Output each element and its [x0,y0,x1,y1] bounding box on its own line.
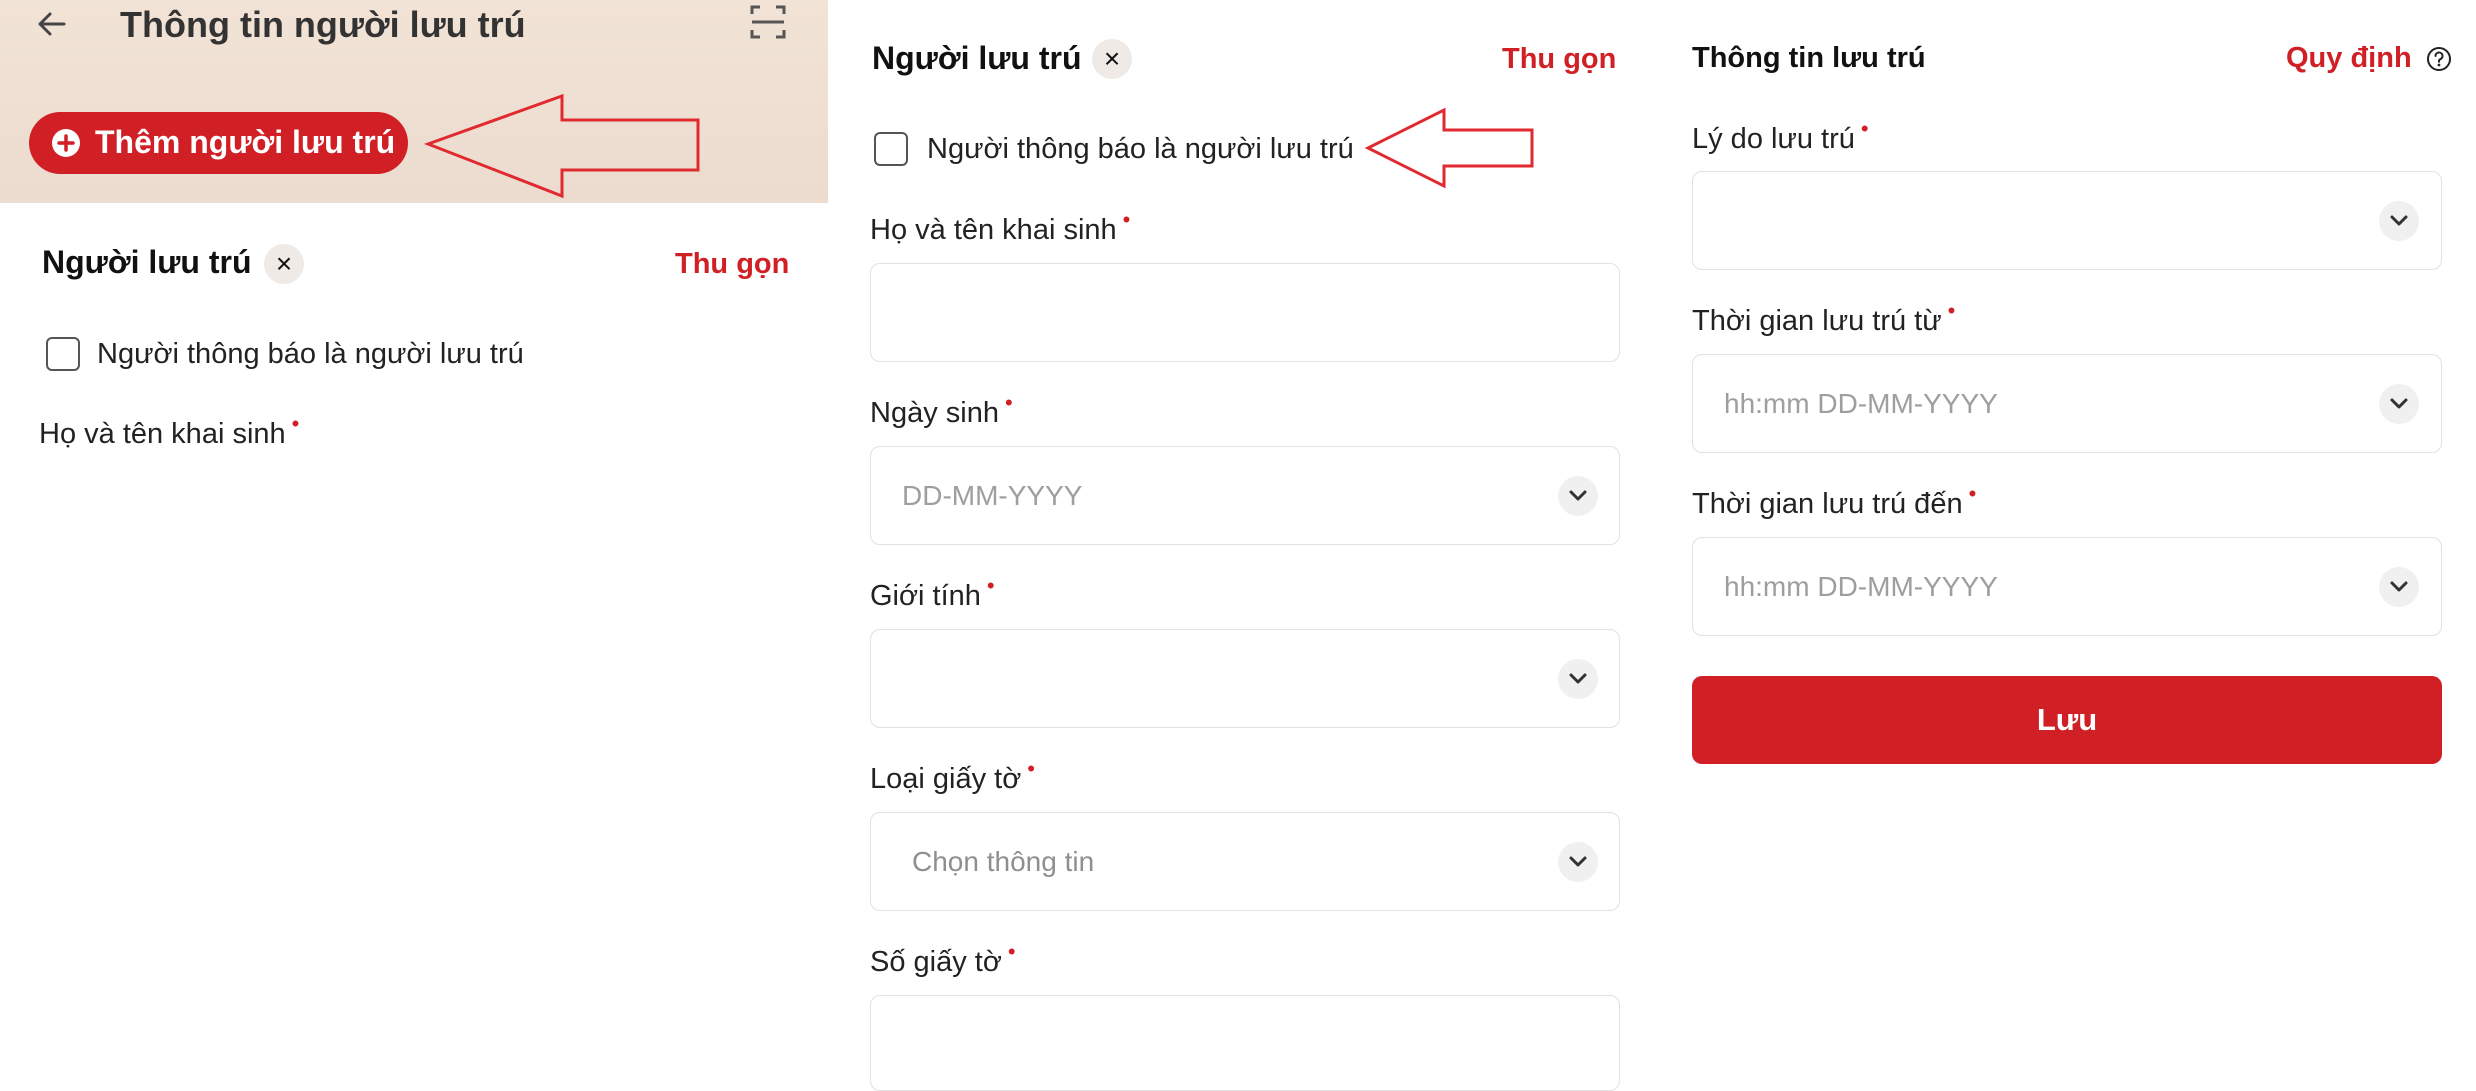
stay-from-label: Thời gian lưu trú từ • [1692,298,1955,338]
guest-section-title: Người lưu trú [872,40,1082,76]
stay-from-picker[interactable]: hh:mm DD-MM-YYYY [1692,354,2442,453]
annotation-arrow-icon [1364,106,1536,190]
birth-date-label: Ngày sinh • [870,390,1013,430]
required-mark: • [1860,116,1869,141]
required-mark: • [986,573,995,598]
chevron-down-icon [1558,659,1598,699]
doc-number-label-text: Số giấy tờ [870,946,1002,978]
doc-type-select[interactable]: Chọn thông tin [870,812,1620,911]
stay-to-picker[interactable]: hh:mm DD-MM-YYYY [1692,537,2442,636]
scan-icon[interactable] [748,2,788,42]
reporter-is-guest-label: Người thông báo là người lưu trú [927,133,1354,165]
full-name-label: Họ và tên khai sinh • [39,411,299,451]
required-mark: • [1004,390,1013,415]
required-mark: • [1947,298,1956,323]
chevron-down-icon [2379,384,2419,424]
reporter-is-guest-checkbox[interactable] [46,337,80,371]
rules-link[interactable]: Quy định [2286,42,2452,75]
back-arrow-icon[interactable] [34,6,70,42]
full-name-input[interactable] [870,263,1620,362]
birth-date-picker[interactable]: DD-MM-YYYY [870,446,1620,545]
collapse-link[interactable]: Thu gọn [675,248,789,281]
doc-type-label: Loại giấy tờ • [870,756,1035,796]
chevron-down-icon [1558,476,1598,516]
stay-to-placeholder: hh:mm DD-MM-YYYY [1724,571,1998,602]
annotation-arrow-icon [423,92,704,200]
add-guest-label: Thêm người lưu trú [95,124,396,160]
full-name-label: Họ và tên khai sinh • [870,207,1130,247]
stay-from-label-text: Thời gian lưu trú từ [1692,305,1942,337]
stay-reason-select[interactable] [1692,171,2442,270]
stay-to-label: Thời gian lưu trú đến • [1692,481,1976,521]
birth-date-placeholder: DD-MM-YYYY [902,480,1083,511]
full-name-label-text: Họ và tên khai sinh [870,214,1117,246]
plus-circle-icon [51,128,81,158]
page-title: Thông tin người lưu trú [120,4,526,45]
stay-reason-label: Lý do lưu trú • [1692,116,1869,156]
stay-info-title: Thông tin lưu trú [1692,42,1926,74]
required-mark: • [1122,207,1131,232]
full-name-label-text: Họ và tên khai sinh [39,418,286,450]
reporter-is-guest-label: Người thông báo là người lưu trú [97,338,524,370]
chevron-down-icon [2379,201,2419,241]
panel-overview: Thông tin người lưu trú Thêm người lưu t… [0,0,828,1091]
required-mark: • [1007,939,1016,964]
doc-number-input[interactable] [870,995,1620,1091]
required-mark: • [291,411,300,436]
stay-reason-label-text: Lý do lưu trú [1692,123,1855,155]
collapse-link[interactable]: Thu gọn [1502,43,1616,76]
doc-type-label-text: Loại giấy tờ [870,763,1022,795]
stay-to-label-text: Thời gian lưu trú đến [1692,488,1963,520]
help-circle-icon [2426,46,2452,72]
close-icon[interactable]: × [264,244,304,284]
chevron-down-icon [2379,567,2419,607]
panel-guest-form: Người lưu trú × Thu gọn Người thông báo … [828,0,1650,1091]
required-mark: • [1027,756,1035,781]
chevron-down-icon [1558,842,1598,882]
doc-number-label: Số giấy tờ • [870,939,1016,979]
guest-section-title: Người lưu trú [42,244,252,280]
required-mark: • [1968,481,1977,506]
gender-select[interactable] [870,629,1620,728]
reporter-is-guest-checkbox[interactable] [874,132,908,166]
rules-label: Quy định [2286,42,2412,74]
gender-label-text: Giới tính [870,580,981,612]
doc-type-placeholder: Chọn thông tin [912,846,1095,877]
save-button[interactable]: Lưu [1692,676,2442,764]
gender-label: Giới tính • [870,573,995,613]
close-icon[interactable]: × [1092,39,1132,79]
add-guest-button[interactable]: Thêm người lưu trú [29,112,408,174]
panel-stay-info: Thông tin lưu trú Quy định Lý do lưu trú… [1650,0,2476,1091]
birth-date-label-text: Ngày sinh [870,397,999,429]
stay-from-placeholder: hh:mm DD-MM-YYYY [1724,388,1998,419]
